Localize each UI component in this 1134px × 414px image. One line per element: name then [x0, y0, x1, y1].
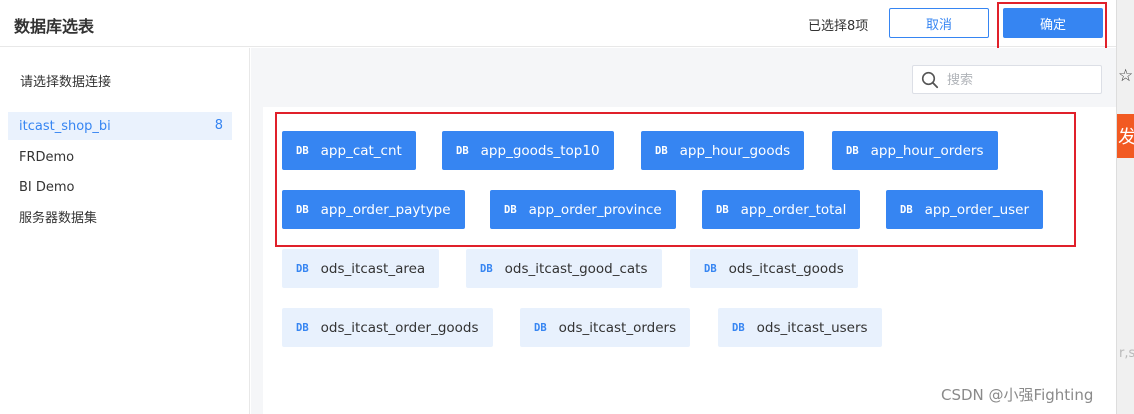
sidebar-item-itcast-shop-bi[interactable]: itcast_shop_bi 8 — [8, 112, 232, 140]
sidebar-item-bi-demo[interactable]: BI Demo — [8, 173, 232, 201]
database-icon: DB — [480, 262, 493, 275]
sidebar-item-count: 8 — [214, 118, 223, 133]
database-icon: DB — [716, 203, 729, 216]
table-chip-label: ods_itcast_area — [320, 260, 426, 277]
table-chip-label: app_cat_cnt — [320, 142, 402, 159]
database-icon: DB — [296, 321, 309, 334]
selected-count-label: 已选择8项 — [808, 19, 869, 34]
table-chip-app-cat-cnt[interactable]: DB app_cat_cnt — [282, 131, 416, 170]
table-chip-label: app_hour_goods — [679, 142, 791, 159]
connection-sidebar: 请选择数据连接 itcast_shop_bi 8 FRDemo BI Demo … — [0, 48, 250, 414]
table-chip-label: ods_itcast_goods — [728, 260, 844, 277]
sidebar-heading: 请选择数据连接 — [20, 75, 112, 90]
search-box[interactable] — [912, 65, 1102, 94]
table-chip-app-goods-top10[interactable]: DB app_goods_top10 — [442, 131, 614, 170]
database-icon: DB — [846, 144, 859, 157]
table-chip-label: app_order_total — [740, 201, 847, 218]
table-chip-label: app_order_user — [924, 201, 1030, 218]
sidebar-item-label: 服务器数据集 — [19, 210, 98, 226]
table-chip-label: ods_itcast_orders — [558, 319, 677, 336]
table-chip-ods-itcast-good-cats[interactable]: DB ods_itcast_good_cats — [466, 249, 662, 288]
database-icon: DB — [456, 144, 469, 157]
database-icon: DB — [704, 262, 717, 275]
sidebar-item-label: BI Demo — [19, 179, 75, 195]
database-icon: DB — [504, 203, 517, 216]
search-input[interactable] — [947, 69, 1097, 91]
table-chip-label: app_order_paytype — [320, 201, 451, 218]
background-red-tab: 发 — [1117, 114, 1134, 158]
database-icon: DB — [296, 203, 309, 216]
table-chip-ods-itcast-goods[interactable]: DB ods_itcast_goods — [690, 249, 858, 288]
table-chip-ods-itcast-users[interactable]: DB ods_itcast_users — [718, 308, 882, 347]
background-page-edge: ☆ 发 r,si — [1116, 0, 1134, 414]
table-chip-app-order-total[interactable]: DB app_order_total — [702, 190, 861, 229]
table-chip-app-order-paytype[interactable]: DB app_order_paytype — [282, 190, 465, 229]
search-icon — [921, 71, 939, 89]
table-chip-label: app_order_province — [528, 201, 662, 218]
sidebar-item-label: FRDemo — [19, 149, 75, 165]
database-icon: DB — [655, 144, 668, 157]
table-chip-label: ods_itcast_order_goods — [320, 319, 479, 336]
csdn-watermark: CSDN @小强Fighting — [941, 386, 1094, 404]
star-icon: ☆ — [1118, 66, 1134, 86]
database-icon: DB — [296, 262, 309, 275]
table-chip-app-order-user[interactable]: DB app_order_user — [886, 190, 1044, 229]
background-edge-text: r,si — [1119, 346, 1134, 361]
sidebar-item-label: itcast_shop_bi — [19, 118, 111, 134]
table-panel — [251, 48, 1116, 414]
background-red-tab-label: 发 — [1118, 123, 1134, 149]
confirm-highlight-box — [997, 2, 1107, 53]
table-chip-ods-itcast-orders[interactable]: DB ods_itcast_orders — [520, 308, 691, 347]
table-chip-label: app_goods_top10 — [480, 142, 600, 159]
cancel-button[interactable]: 取消 — [889, 8, 989, 38]
table-chip-ods-itcast-order-goods[interactable]: DB ods_itcast_order_goods — [282, 308, 493, 347]
table-chip-label: ods_itcast_good_cats — [504, 260, 648, 277]
dialog-title: 数据库选表 — [14, 17, 95, 36]
table-chip-label: app_hour_orders — [870, 142, 984, 159]
database-icon: DB — [732, 321, 745, 334]
table-chip-app-hour-goods[interactable]: DB app_hour_goods — [641, 131, 805, 170]
database-icon: DB — [534, 321, 547, 334]
table-chip-app-hour-orders[interactable]: DB app_hour_orders — [832, 131, 998, 170]
table-chip-label: ods_itcast_users — [756, 319, 868, 336]
sidebar-item-frdemo[interactable]: FRDemo — [8, 143, 232, 171]
table-chip-app-order-province[interactable]: DB app_order_province — [490, 190, 676, 229]
dialog-header: 数据库选表 已选择8项 取消 确定 — [0, 0, 1116, 47]
sidebar-item-server-dataset[interactable]: 服务器数据集 — [8, 202, 232, 230]
table-chip-ods-itcast-area[interactable]: DB ods_itcast_area — [282, 249, 440, 288]
database-icon: DB — [296, 144, 309, 157]
database-icon: DB — [900, 203, 913, 216]
